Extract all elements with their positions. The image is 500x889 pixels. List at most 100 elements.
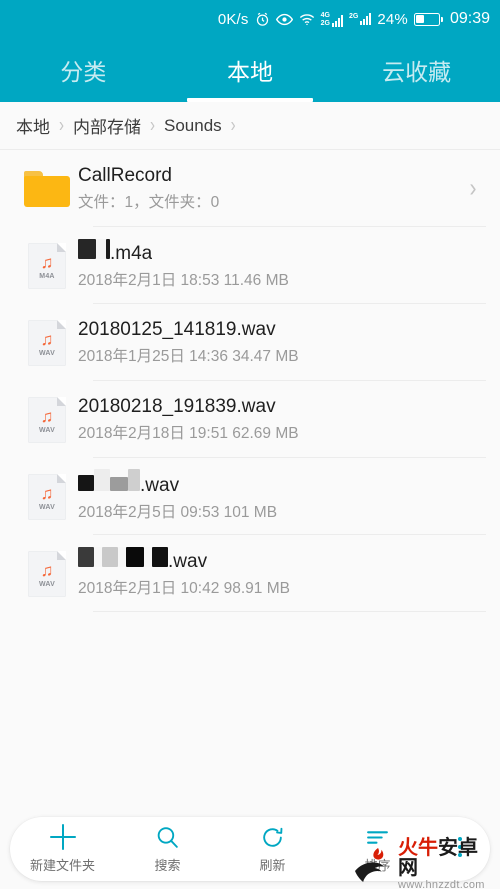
tab-local-label: 本地 (227, 59, 273, 85)
status-bar: 0K/s 4G 2G 2G 24% 09:39 (0, 0, 500, 38)
sim2-signal-bars (360, 13, 372, 25)
list-item-text: 20180218_191839.wav 2018年2月18日 19:51 62.… (76, 394, 486, 446)
list-item-file[interactable]: ♫ M4A .m4a 2018年2月1日 18:53 11.46 MB (0, 227, 500, 304)
list-item-file[interactable]: ♫ WAV .wav 2018年2月1日 10:42 98.91 MB (0, 535, 500, 612)
alarm-icon (255, 12, 270, 27)
folder-icon (18, 170, 76, 207)
redacted-name-block (152, 546, 168, 567)
folder-name: CallRecord (78, 164, 172, 186)
file-list: CallRecord 文件：1，文件夹：0 › ♫ M4A .m4a 2018年… (0, 150, 500, 612)
redacted-name-block (78, 474, 94, 491)
new-folder-button[interactable]: 新建文件夹 (10, 824, 115, 874)
chevron-right-icon: › (59, 114, 64, 137)
battery-icon (413, 12, 443, 26)
music-note-glyph: ♫ (40, 484, 54, 503)
file-ext-label: WAV (38, 581, 56, 588)
music-file-icon: ♫ WAV (18, 319, 76, 366)
refresh-icon (260, 824, 285, 850)
sim1-signal-bars (331, 14, 343, 27)
breadcrumb-item-sounds[interactable]: Sounds (164, 116, 222, 136)
file-subtitle: 2018年2月1日 10:42 98.91 MB (78, 579, 290, 597)
file-name: 20180125_141819.wav (78, 318, 276, 340)
file-subtitle: 2018年1月25日 14:36 34.47 MB (78, 347, 299, 365)
file-ext-label: M4A (39, 273, 55, 280)
music-file-icon: ♫ WAV (18, 473, 76, 520)
music-file-icon: ♫ M4A (18, 242, 76, 289)
signal-2g-icon: 2G (349, 13, 372, 25)
file-name-suffix: .m4a (110, 242, 153, 264)
list-item-file[interactable]: ♫ WAV 20180125_141819.wav 2018年1月25日 14:… (0, 304, 500, 381)
clock-text: 09:39 (449, 10, 490, 27)
list-item-text: .m4a 2018年2月1日 18:53 11.46 MB (76, 238, 486, 293)
list-item-file[interactable]: ♫ WAV 20180218_191839.wav 2018年2月18日 19:… (0, 381, 500, 458)
sort-label: 排序 (364, 858, 391, 873)
wifi-icon (299, 13, 315, 26)
file-ext-label: WAV (38, 350, 56, 357)
list-item-file[interactable]: ♫ WAV .wav 2018年2月5日 09:53 101 MB (0, 458, 500, 535)
list-item-text: 20180125_141819.wav 2018年1月25日 14:36 34.… (76, 317, 486, 369)
more-options-button[interactable] (430, 834, 490, 865)
music-note-glyph: ♫ (40, 561, 54, 580)
search-icon (155, 824, 180, 850)
search-label: 搜索 (154, 858, 181, 873)
redacted-name-block (78, 546, 94, 567)
tab-categories[interactable]: 分类 (0, 38, 167, 102)
chevron-right-icon: › (230, 114, 236, 137)
breadcrumb-item-local[interactable]: 本地 (16, 113, 50, 138)
chevron-right-icon: › (150, 114, 155, 137)
list-item-text: CallRecord 文件：1，文件夹：0 (76, 163, 460, 215)
new-folder-label: 新建文件夹 (29, 858, 95, 873)
folder-subtitle: 文件：1，文件夹：0 (78, 193, 220, 211)
redacted-name-block (110, 476, 128, 491)
list-item-text: .wav 2018年2月1日 10:42 98.91 MB (76, 546, 486, 601)
chevron-right-icon[interactable]: › (460, 174, 486, 204)
redacted-name-block (118, 546, 126, 567)
list-item-text: .wav 2018年2月5日 09:53 101 MB (76, 468, 486, 525)
redacted-name-block (126, 546, 144, 567)
file-name: 20180218_191839.wav (78, 395, 276, 417)
breadcrumb: 本地 › 内部存储 › Sounds › (0, 102, 500, 150)
music-file-icon: ♫ WAV (18, 550, 76, 597)
breadcrumb-item-internal-storage[interactable]: 内部存储 (73, 113, 141, 138)
redacted-name-block (78, 238, 96, 259)
row-divider (93, 611, 486, 612)
network-speed-text: 0K/s (217, 10, 249, 28)
redacted-name-block (102, 546, 118, 567)
file-manager-screen: 0K/s 4G 2G 2G 24% 09:39 分类 本地 云收藏 本地 › 内… (0, 0, 500, 889)
tab-local[interactable]: 本地 (167, 38, 334, 102)
sort-button[interactable]: 排序 (325, 824, 430, 874)
tab-cloud-favorites-label: 云收藏 (382, 59, 452, 85)
redacted-name-block (94, 468, 110, 491)
redacted-name-block (94, 546, 102, 567)
bottom-toolbar: 新建文件夹 搜索 刷新 排序 (10, 817, 490, 881)
plus-icon (49, 824, 76, 850)
music-note-glyph: ♫ (40, 407, 54, 426)
file-subtitle: 2018年2月18日 19:51 62.69 MB (78, 424, 299, 442)
more-vertical-icon (458, 834, 462, 860)
search-button[interactable]: 搜索 (115, 824, 220, 874)
file-name-suffix: .wav (140, 474, 180, 496)
list-item-folder[interactable]: CallRecord 文件：1，文件夹：0 › (0, 150, 500, 227)
refresh-button[interactable]: 刷新 (220, 824, 325, 874)
redacted-name-block (96, 238, 106, 259)
eye-icon (275, 13, 293, 26)
file-subtitle: 2018年2月5日 09:53 101 MB (78, 503, 278, 521)
music-note-glyph: ♫ (40, 330, 54, 349)
sort-icon (365, 824, 390, 850)
file-name-suffix: .wav (168, 550, 208, 572)
redacted-name-block (144, 546, 152, 567)
file-ext-label: WAV (38, 427, 56, 434)
sim1-secondary-net-label: 2G (320, 19, 330, 27)
refresh-label: 刷新 (259, 858, 286, 873)
sim1-primary-net-label: 4G (320, 11, 330, 19)
tab-cloud-favorites[interactable]: 云收藏 (333, 38, 500, 102)
file-subtitle: 2018年2月1日 18:53 11.46 MB (78, 271, 289, 289)
battery-percent-text: 24% (377, 10, 408, 28)
music-note-glyph: ♫ (40, 253, 54, 272)
music-file-icon: ♫ WAV (18, 396, 76, 443)
tab-categories-label: 分类 (60, 59, 107, 85)
redacted-name-block (128, 468, 140, 491)
file-ext-label: WAV (38, 504, 56, 511)
tab-bar: 分类 本地 云收藏 (0, 38, 500, 102)
signal-4g-icon: 4G 2G (321, 12, 343, 27)
